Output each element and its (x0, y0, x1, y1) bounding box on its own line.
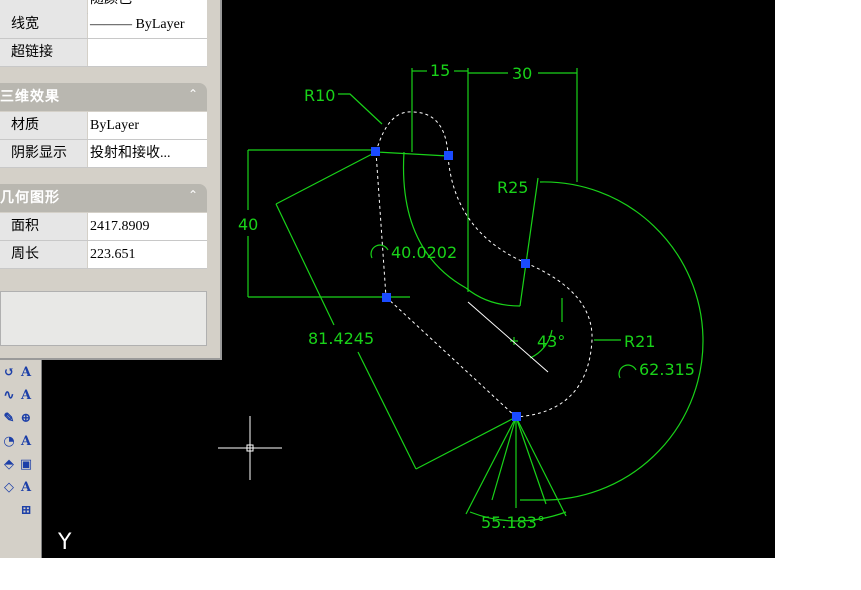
arc-40-dim (465, 287, 521, 307)
section-title: 三维效果 (0, 89, 60, 105)
measure-icon[interactable]: ◇ (0, 479, 18, 497)
dim-81-4245[interactable]: 81.4245 (308, 329, 374, 348)
text-style-icon[interactable]: A (17, 433, 35, 451)
properties-palette: 随颜色 线宽 ——— ByLayer 超链接 三维效果 ⌃ 材质 ByLayer… (0, 0, 222, 360)
collapse-chevron-icon[interactable]: ⌃ (188, 184, 198, 206)
dim-15[interactable]: 15 (430, 61, 450, 80)
dim-30[interactable]: 30 (512, 64, 532, 83)
dim-43-degree[interactable]: 43° (537, 332, 565, 351)
grip[interactable] (521, 259, 530, 268)
property-value[interactable] (88, 39, 207, 66)
dim-line (515, 416, 547, 505)
dim-r25[interactable]: R25 (497, 178, 528, 197)
dim-55-183-degree[interactable]: 55.183° (481, 513, 545, 532)
selected-line[interactable] (375, 151, 387, 298)
find-text-icon[interactable]: ⊕ (17, 410, 35, 428)
dim-arc-62-315[interactable]: 62.315 (639, 360, 695, 379)
geometry-line (375, 151, 449, 157)
spline-icon[interactable]: ∿ (0, 387, 18, 405)
dim-line (465, 416, 517, 515)
property-label: 阴影显示 (0, 140, 87, 167)
tool-palette-strip: ↺ ∿ ✎ ◔ ⬘ ◇ A A ⊕ A ▣ A ⊞ (0, 360, 42, 558)
section-3d-effects[interactable]: 三维效果 ⌃ (0, 83, 207, 111)
arc-symbol (618, 364, 637, 379)
collapse-chevron-icon[interactable]: ⌃ (188, 83, 198, 105)
property-row-lineweight[interactable]: 线宽 ——— ByLayer (0, 11, 207, 39)
property-label: 材质 (0, 112, 87, 139)
property-value[interactable]: ByLayer (88, 112, 207, 139)
selected-line[interactable] (385, 296, 517, 418)
dim-line (275, 203, 335, 326)
text-edit-icon[interactable]: A (17, 387, 35, 405)
property-value[interactable]: ——— ByLayer (88, 11, 207, 38)
text-frame-icon[interactable]: A (17, 479, 35, 497)
dim-r21[interactable]: R21 (624, 332, 655, 351)
arc-icon[interactable]: ↺ (0, 364, 18, 382)
dim-line (515, 416, 567, 517)
eraser-icon[interactable]: ⬘ (0, 456, 18, 474)
property-row-hyperlink[interactable]: 超链接 (0, 39, 207, 67)
pencil-icon[interactable]: ✎ (0, 410, 18, 428)
selected-r25-arc[interactable] (447, 155, 527, 264)
property-value[interactable]: 投射和接收... (88, 140, 207, 167)
grip[interactable] (444, 151, 453, 160)
section-title: 几何图形 (0, 190, 60, 206)
property-label: 周长 (0, 241, 87, 268)
dim-r10[interactable]: R10 (304, 86, 335, 105)
property-row-shadow[interactable]: 阴影显示 投射和接收... (0, 140, 207, 168)
property-value[interactable]: 223.651 (88, 241, 207, 268)
dim-arc-40-0202[interactable]: 40.0202 (391, 243, 457, 262)
text-icon[interactable]: A (17, 364, 35, 382)
property-label: 面积 (0, 213, 87, 240)
grip[interactable] (512, 412, 521, 421)
grip[interactable] (371, 147, 380, 156)
axis-line (467, 301, 549, 373)
dim-line (491, 416, 517, 501)
block-icon[interactable]: ⊞ (17, 502, 35, 520)
geometry-line (519, 177, 539, 307)
dim-40[interactable]: 40 (238, 215, 258, 234)
dim-ext-line (415, 416, 517, 470)
dim-line (357, 351, 417, 470)
arc-40-dim (402, 151, 467, 289)
paint-icon[interactable]: ◔ (0, 433, 18, 451)
section-geometry[interactable]: 几何图形 ⌃ (0, 184, 207, 212)
property-row-area[interactable]: 面积 2417.8909 (0, 213, 207, 241)
dim-ext-line (275, 151, 377, 205)
description-panel (0, 291, 207, 346)
r10-leader (338, 93, 383, 125)
property-value[interactable]: 2417.8909 (88, 213, 207, 240)
arc-symbol (370, 244, 389, 259)
property-row-material[interactable]: 材质 ByLayer (0, 112, 207, 140)
attribute-icon[interactable]: ▣ (17, 456, 35, 474)
property-row-perimeter[interactable]: 周长 223.651 (0, 241, 207, 269)
property-label: 超链接 (0, 39, 87, 66)
property-label: 线宽 (0, 11, 87, 38)
grip[interactable] (382, 293, 391, 302)
ucs-icon: Y (57, 530, 72, 555)
